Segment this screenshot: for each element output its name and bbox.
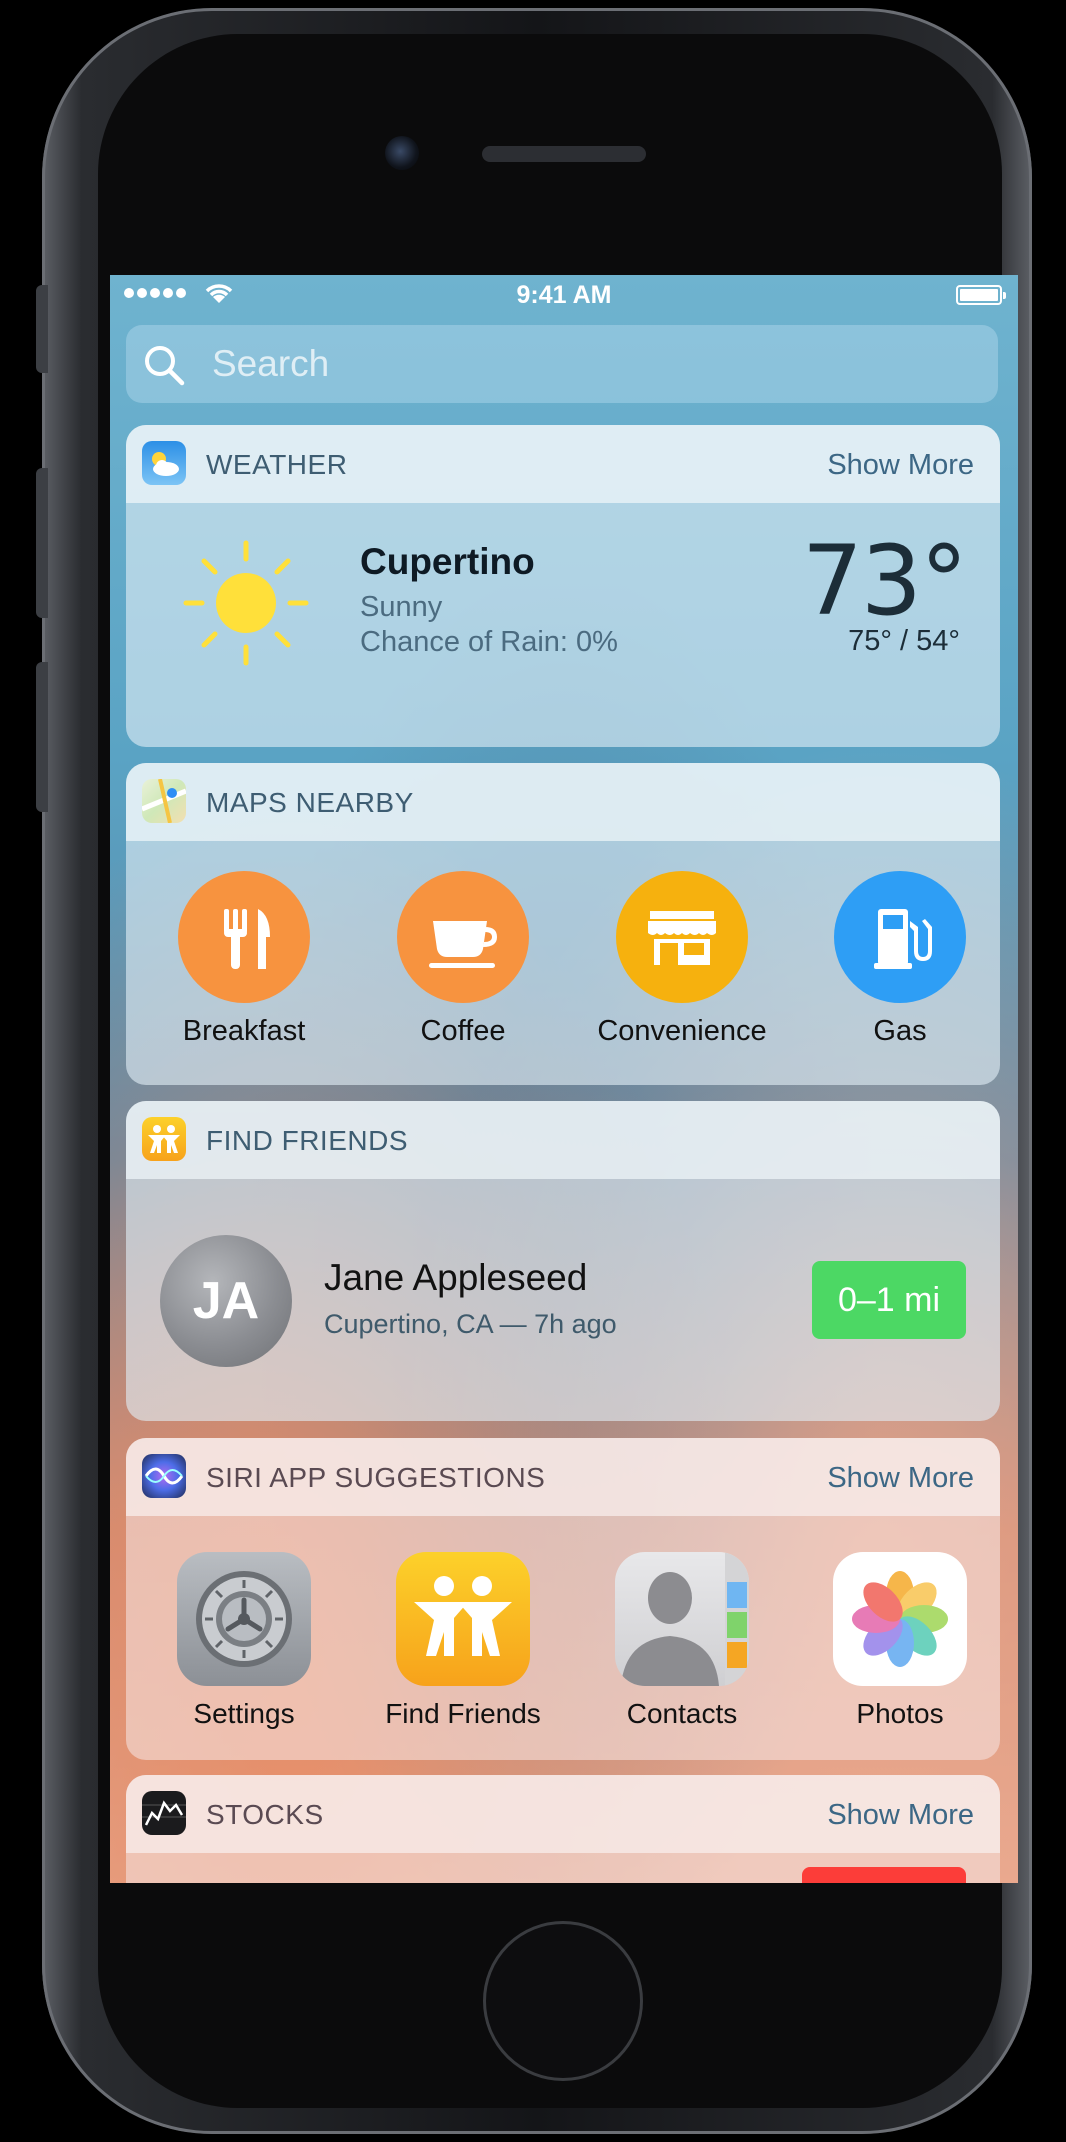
- app-settings[interactable]: Settings: [144, 1552, 344, 1730]
- stocks-app-icon: [142, 1791, 186, 1835]
- find-friends-app-icon: [142, 1117, 186, 1161]
- earpiece-speaker: [482, 146, 646, 162]
- weather-rain-chance: Chance of Rain: 0%: [360, 626, 618, 658]
- poi-label: Coffee: [420, 1015, 506, 1047]
- status-bar: 9:41 AM: [110, 275, 1018, 315]
- weather-widget[interactable]: WEATHER Show More Cupertino Sunny Chance…: [126, 425, 1000, 747]
- settings-gear-icon: [177, 1552, 311, 1686]
- storefront-icon: [616, 871, 748, 1003]
- photos-icon: [833, 1552, 967, 1686]
- maps-header: MAPS NEARBY: [126, 763, 1000, 841]
- siri-body: Settings Find Friends Contacts Photos: [126, 1516, 1000, 1760]
- maps-title: MAPS NEARBY: [206, 787, 414, 818]
- status-time: 9:41 AM: [516, 281, 612, 309]
- fork-knife-icon: [178, 871, 310, 1003]
- app-photos[interactable]: Photos: [800, 1552, 1000, 1730]
- poi-gas[interactable]: Gas: [800, 871, 1000, 1048]
- poi-breakfast[interactable]: Breakfast: [144, 871, 344, 1048]
- app-find-friends[interactable]: Find Friends: [363, 1552, 563, 1730]
- app-label: Contacts: [626, 1698, 738, 1729]
- weather-high-low: 75° / 54°: [848, 625, 960, 657]
- siri-header: SIRI APP SUGGESTIONS Show More: [126, 1438, 1000, 1516]
- volume-down-button: [36, 662, 48, 812]
- friend-distance-badge[interactable]: 0–1 mi: [812, 1261, 966, 1339]
- poi-label: Gas: [873, 1015, 927, 1047]
- poi-coffee[interactable]: Coffee: [363, 871, 563, 1048]
- friend-location: Cupertino, CA — 7h ago: [324, 1309, 617, 1339]
- weather-show-more[interactable]: Show More: [827, 449, 974, 482]
- weather-temperature: 73°: [801, 525, 968, 637]
- poi-label: Breakfast: [182, 1015, 306, 1047]
- maps-body: Breakfast Coffee Convenience Gas: [126, 841, 1000, 1085]
- stocks-show-more[interactable]: Show More: [827, 1799, 974, 1832]
- stocks-header: STOCKS Show More: [126, 1775, 1000, 1853]
- stocks-widget[interactable]: STOCKS Show More: [126, 1775, 1000, 1883]
- poi-label: Convenience: [597, 1015, 767, 1047]
- weather-city: Cupertino: [360, 541, 535, 582]
- search-placeholder: Search: [212, 343, 330, 384]
- coffee-cup-icon: [397, 871, 529, 1003]
- stocks-title: STOCKS: [206, 1799, 324, 1830]
- weather-header: WEATHER Show More: [126, 425, 1000, 503]
- contacts-icon: [615, 1552, 749, 1686]
- poi-convenience[interactable]: Convenience: [582, 871, 782, 1048]
- stock-change-chip[interactable]: [802, 1867, 966, 1883]
- siri-suggestions-widget[interactable]: SIRI APP SUGGESTIONS Show More Settings …: [126, 1438, 1000, 1760]
- battery-icon: [956, 285, 1006, 305]
- find-friends-widget[interactable]: FIND FRIENDS JA Jane Appleseed Cupertino…: [126, 1101, 1000, 1421]
- front-camera: [385, 136, 419, 170]
- app-contacts[interactable]: Contacts: [582, 1552, 782, 1730]
- mute-switch: [36, 285, 48, 373]
- weather-app-icon: [142, 441, 186, 485]
- friends-body: JA Jane Appleseed Cupertino, CA — 7h ago…: [126, 1179, 1000, 1421]
- gas-pump-icon: [834, 871, 966, 1003]
- weather-title: WEATHER: [206, 449, 348, 480]
- friends-title: FIND FRIENDS: [206, 1125, 408, 1156]
- volume-up-button: [36, 468, 48, 618]
- friends-header: FIND FRIENDS: [126, 1101, 1000, 1179]
- siri-show-more[interactable]: Show More: [827, 1462, 974, 1495]
- siri-icon: [142, 1454, 186, 1498]
- search-field[interactable]: Search: [126, 325, 998, 403]
- weather-body: Cupertino Sunny Chance of Rain: 0% 73° 7…: [126, 503, 1000, 747]
- app-label: Photos: [856, 1698, 944, 1729]
- find-friends-icon: [396, 1552, 530, 1686]
- siri-title: SIRI APP SUGGESTIONS: [206, 1462, 546, 1493]
- search-icon: [145, 346, 185, 386]
- maps-app-icon: [141, 778, 187, 824]
- screen: 9:41 AM Search WEATHER Show More Cuperti…: [110, 275, 1018, 1883]
- sun-icon: [183, 540, 309, 666]
- app-label: Settings: [193, 1698, 295, 1729]
- friend-name: Jane Appleseed: [324, 1257, 588, 1298]
- maps-nearby-widget[interactable]: MAPS NEARBY Breakfast Coffee Convenience…: [126, 763, 1000, 1085]
- home-button[interactable]: [483, 1921, 643, 2081]
- avatar[interactable]: JA: [160, 1235, 292, 1367]
- app-label: Find Friends: [385, 1698, 541, 1729]
- weather-condition: Sunny: [360, 591, 443, 623]
